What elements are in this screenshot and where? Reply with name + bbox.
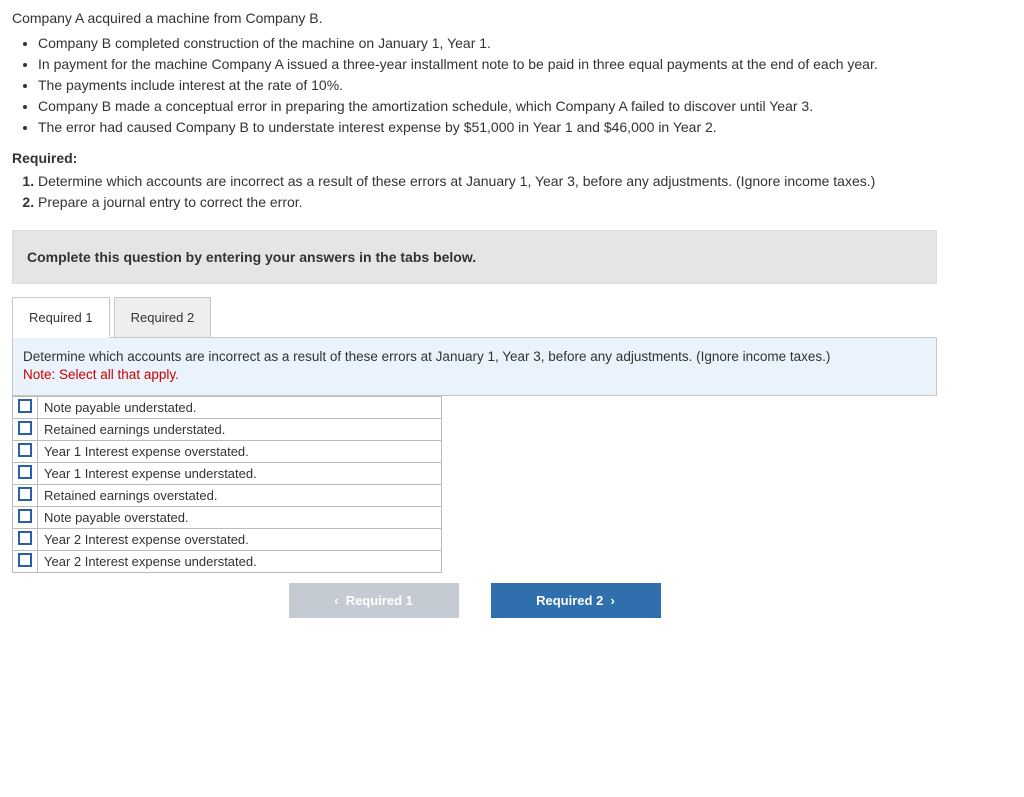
chevron-right-icon: › <box>611 593 615 608</box>
nav-row: ‹ Required 1 Required 2 › <box>12 583 937 618</box>
options-table: Note payable understated. Retained earni… <box>12 396 442 573</box>
bullet-item: Company B made a conceptual error in pre… <box>38 97 1012 116</box>
option-checkbox[interactable] <box>18 553 32 567</box>
tab-required-1[interactable]: Required 1 <box>12 297 110 338</box>
required-item: Determine which accounts are incorrect a… <box>38 172 1012 191</box>
option-label: Year 2 Interest expense overstated. <box>38 528 442 550</box>
option-checkbox[interactable] <box>18 509 32 523</box>
required-heading: Required: <box>12 150 1012 166</box>
option-checkbox[interactable] <box>18 487 32 501</box>
next-button[interactable]: Required 2 › <box>491 583 661 618</box>
option-checkbox[interactable] <box>18 399 32 413</box>
option-row: Year 2 Interest expense understated. <box>13 550 442 572</box>
option-checkbox[interactable] <box>18 443 32 457</box>
option-label: Year 1 Interest expense overstated. <box>38 440 442 462</box>
prev-button: ‹ Required 1 <box>289 583 459 618</box>
prev-button-label: Required 1 <box>346 593 413 608</box>
prompt-note: Note: Select all that apply. <box>23 367 179 382</box>
option-label: Note payable understated. <box>38 396 442 418</box>
bullet-item: Company B completed construction of the … <box>38 34 1012 53</box>
option-label: Year 1 Interest expense understated. <box>38 462 442 484</box>
option-label: Retained earnings understated. <box>38 418 442 440</box>
option-checkbox[interactable] <box>18 421 32 435</box>
prompt-text: Determine which accounts are incorrect a… <box>23 349 830 364</box>
required-item: Prepare a journal entry to correct the e… <box>38 193 1012 212</box>
instruction-bar: Complete this question by entering your … <box>12 230 937 284</box>
option-row: Year 1 Interest expense overstated. <box>13 440 442 462</box>
chevron-left-icon: ‹ <box>334 593 338 608</box>
bullet-item: In payment for the machine Company A iss… <box>38 55 1012 74</box>
option-checkbox[interactable] <box>18 465 32 479</box>
bullet-item: The error had caused Company B to unders… <box>38 118 1012 137</box>
option-label: Retained earnings overstated. <box>38 484 442 506</box>
tab-required-2[interactable]: Required 2 <box>114 297 212 338</box>
option-row: Year 1 Interest expense understated. <box>13 462 442 484</box>
option-label: Note payable overstated. <box>38 506 442 528</box>
option-row: Year 2 Interest expense overstated. <box>13 528 442 550</box>
option-row: Retained earnings overstated. <box>13 484 442 506</box>
intro-text: Company A acquired a machine from Compan… <box>12 10 1012 26</box>
option-row: Retained earnings understated. <box>13 418 442 440</box>
bullet-item: The payments include interest at the rat… <box>38 76 1012 95</box>
option-row: Note payable understated. <box>13 396 442 418</box>
next-button-label: Required 2 <box>536 593 603 608</box>
option-checkbox[interactable] <box>18 531 32 545</box>
required-list: Determine which accounts are incorrect a… <box>38 172 1012 212</box>
option-label: Year 2 Interest expense understated. <box>38 550 442 572</box>
option-row: Note payable overstated. <box>13 506 442 528</box>
tab-bar: Required 1 Required 2 <box>12 296 937 337</box>
question-prompt: Determine which accounts are incorrect a… <box>12 337 937 395</box>
problem-bullets: Company B completed construction of the … <box>38 34 1012 136</box>
